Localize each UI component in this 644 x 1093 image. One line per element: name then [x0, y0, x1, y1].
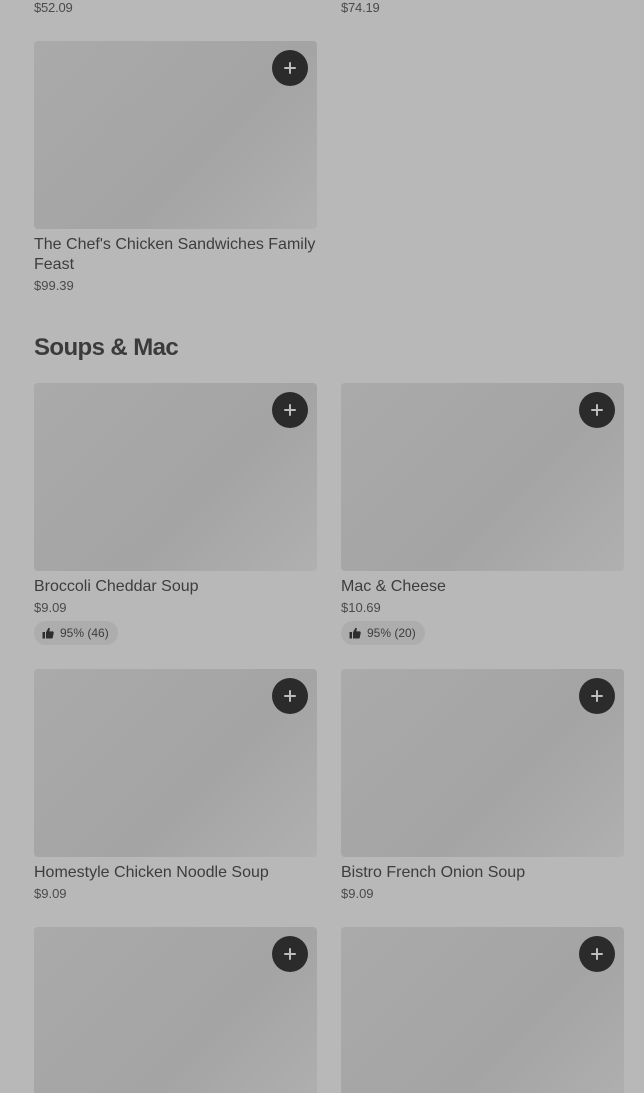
add-to-cart-button[interactable]	[579, 392, 615, 428]
add-to-cart-button[interactable]	[272, 392, 308, 428]
item-price: $9.09	[34, 600, 67, 615]
item-image[interactable]	[34, 41, 317, 229]
item-image[interactable]	[341, 383, 624, 571]
section-title: Soups & Mac	[34, 334, 179, 361]
plus-icon	[591, 690, 603, 702]
item-price: $74.19	[341, 0, 380, 15]
plus-icon	[284, 948, 296, 960]
item-image[interactable]	[34, 669, 317, 857]
rating-text: 95% (46)	[60, 626, 109, 640]
add-to-cart-button[interactable]	[579, 678, 615, 714]
menu-item-card[interactable]: Bistro French Onion Soup $9.09	[341, 669, 624, 901]
plus-icon	[284, 62, 296, 74]
item-price: $9.09	[34, 886, 67, 901]
rating-badge: 95% (46)	[34, 621, 118, 645]
thumbs-up-icon	[42, 627, 54, 639]
menu-item-card[interactable]	[34, 927, 317, 1093]
item-price: $10.69	[341, 600, 381, 615]
item-title[interactable]: Homestyle Chicken Noodle Soup	[34, 863, 317, 883]
item-price: $52.09	[34, 0, 73, 15]
plus-icon	[284, 404, 296, 416]
menu-item-card[interactable]: The Chef's Chicken Sandwiches Family Fea…	[34, 41, 317, 293]
item-title[interactable]: Bistro French Onion Soup	[341, 863, 624, 883]
add-to-cart-button[interactable]	[579, 936, 615, 972]
item-image[interactable]	[341, 927, 624, 1093]
menu-item-card[interactable]	[341, 927, 624, 1093]
menu-item-card[interactable]: Mac & Cheese $10.69 95% (20)	[341, 383, 624, 645]
plus-icon	[591, 404, 603, 416]
item-image[interactable]	[34, 383, 317, 571]
thumbs-up-icon	[349, 627, 361, 639]
menu-page: $52.09 $74.19 The Chef's Chicken Sandwic…	[0, 0, 644, 1093]
plus-icon	[591, 948, 603, 960]
item-price: $99.39	[34, 278, 74, 293]
item-title[interactable]: Broccoli Cheddar Soup	[34, 577, 317, 597]
plus-icon	[284, 690, 296, 702]
menu-item-card[interactable]: Homestyle Chicken Noodle Soup $9.09	[34, 669, 317, 901]
add-to-cart-button[interactable]	[272, 50, 308, 86]
menu-item-card[interactable]: Broccoli Cheddar Soup $9.09 95% (46)	[34, 383, 317, 645]
item-image[interactable]	[34, 927, 317, 1093]
item-title[interactable]: The Chef's Chicken Sandwiches Family Fea…	[34, 235, 317, 275]
item-title[interactable]: Mac & Cheese	[341, 577, 624, 597]
rating-badge: 95% (20)	[341, 621, 425, 645]
rating-text: 95% (20)	[367, 626, 416, 640]
item-price: $9.09	[341, 886, 374, 901]
add-to-cart-button[interactable]	[272, 936, 308, 972]
item-image[interactable]	[341, 669, 624, 857]
add-to-cart-button[interactable]	[272, 678, 308, 714]
